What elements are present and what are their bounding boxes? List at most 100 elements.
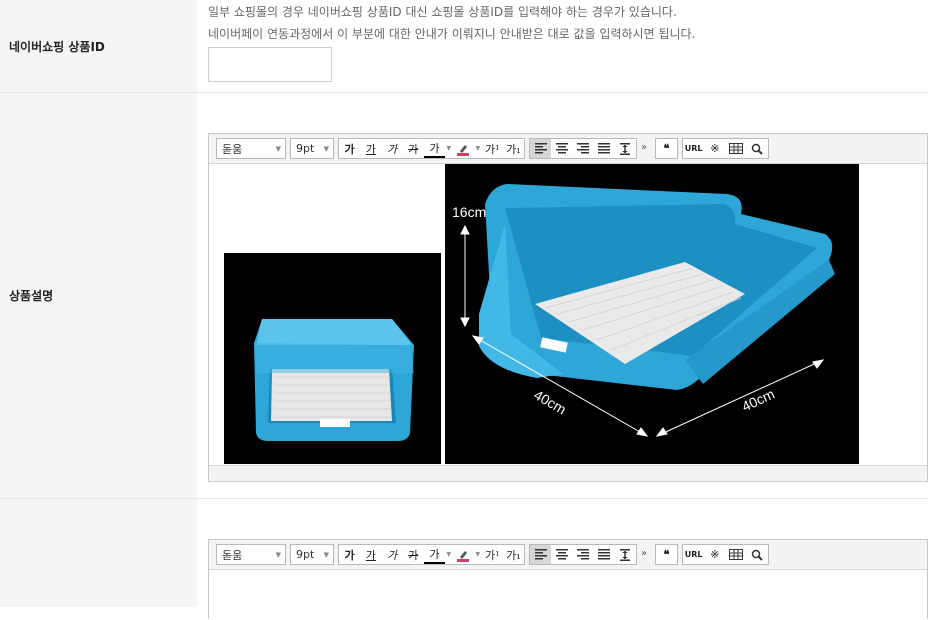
alignment-group — [529, 138, 637, 159]
naver-product-id-input[interactable] — [208, 47, 332, 82]
quote-button[interactable]: ❝ — [656, 139, 677, 158]
table-button[interactable] — [726, 545, 747, 564]
align-justify-icon — [598, 549, 611, 560]
bold-button[interactable]: 가 — [339, 545, 360, 564]
align-right-button[interactable] — [572, 545, 593, 564]
font-family-value: 돋움 — [222, 142, 243, 156]
line-height-button[interactable] — [615, 139, 636, 158]
table-icon — [729, 143, 744, 154]
help-text-line1: 일부 쇼핑몰의 경우 네이버쇼핑 상품ID 대신 쇼핑몰 상품ID를 입력해야 … — [208, 5, 677, 19]
superscript-button[interactable]: 가¹ — [482, 139, 503, 158]
font-color-button[interactable]: 가 — [423, 139, 446, 158]
link-button[interactable]: URL — [683, 545, 704, 564]
editor-toolbar-2: 돋움 ▼ 9pt ▼ 가 가 가 가 가 ▼ ▼ 가¹ 가₁ » ❝ URL ※ — [209, 540, 927, 570]
font-size-value: 9pt — [296, 142, 315, 155]
chevron-down-icon: ▼ — [323, 144, 329, 153]
litter-tray-dimension-image — [460, 184, 835, 437]
alignment-group-2 — [529, 544, 637, 565]
align-justify-icon — [598, 143, 611, 154]
underline-button[interactable]: 가 — [360, 545, 381, 564]
align-center-button[interactable] — [551, 545, 572, 564]
quote-group-2: ❝ — [655, 544, 678, 565]
table-icon — [729, 549, 744, 560]
highlight-dropdown-icon[interactable]: ▼ — [474, 139, 482, 158]
font-color-button[interactable]: 가 — [423, 545, 446, 564]
find-button[interactable] — [747, 139, 768, 158]
product-description-row: 상품설명 돋움 ▼ 9pt ▼ 가 가 가 가 가 ▼ ▼ 가¹ 가₁ » ❝ … — [0, 93, 928, 499]
extra-editor-row: 돋움 ▼ 9pt ▼ 가 가 가 가 가 ▼ ▼ 가¹ 가₁ » ❝ URL ※ — [0, 499, 928, 620]
highlighter-icon — [457, 550, 470, 562]
align-left-icon — [534, 143, 547, 154]
litter-tray-image — [254, 319, 414, 441]
align-center-button[interactable] — [551, 139, 572, 158]
search-icon — [752, 549, 764, 561]
height-dimension-label: 16cm — [452, 204, 487, 220]
align-left-button[interactable] — [530, 545, 552, 564]
editor-content-area-2[interactable] — [209, 570, 927, 620]
text-format-group-2: 가 가 가 가 가 ▼ ▼ 가¹ 가₁ — [338, 544, 525, 565]
extra-editor-label — [0, 499, 197, 607]
chevron-down-icon: ▼ — [323, 550, 329, 559]
insert-group-2: URL ※ — [682, 544, 769, 565]
table-button[interactable] — [726, 139, 747, 158]
underline-button[interactable]: 가 — [360, 139, 381, 158]
highlight-color-button[interactable] — [453, 139, 474, 158]
align-right-icon — [577, 549, 589, 560]
chevron-down-icon: ▼ — [275, 550, 281, 559]
font-size-select[interactable]: 9pt ▼ — [290, 138, 334, 159]
quote-group: ❝ — [655, 138, 678, 159]
product-description-content: 돋움 ▼ 9pt ▼ 가 가 가 가 가 ▼ ▼ 가¹ 가₁ » ❝ URL ※… — [197, 93, 928, 498]
align-left-button[interactable] — [530, 139, 552, 158]
align-center-icon — [555, 549, 568, 560]
editor-toolbar: 돋움 ▼ 9pt ▼ 가 가 가 가 가 ▼ ▼ 가¹ 가₁ » ❝ URL ※ — [209, 134, 927, 164]
line-height-button[interactable] — [615, 545, 636, 564]
product-photo-large: 16cm 40cm 40cm — [445, 164, 859, 464]
italic-button[interactable]: 가 — [381, 139, 402, 158]
special-char-button[interactable]: ※ — [704, 139, 725, 158]
search-icon — [752, 143, 764, 155]
editor-content-area[interactable]: 16cm 40cm 40cm — [209, 164, 927, 466]
font-family-select[interactable]: 돋움 ▼ — [216, 138, 286, 159]
highlight-color-button[interactable] — [453, 545, 474, 564]
more-tools-button[interactable]: » — [641, 142, 647, 153]
extra-editor: 돋움 ▼ 9pt ▼ 가 가 가 가 가 ▼ ▼ 가¹ 가₁ » ❝ URL ※ — [208, 539, 928, 620]
align-center-icon — [555, 143, 568, 154]
find-button[interactable] — [747, 545, 768, 564]
subscript-button[interactable]: 가₁ — [503, 139, 524, 158]
chevron-down-icon: ▼ — [275, 144, 281, 153]
font-family-select-2[interactable]: 돋움 ▼ — [216, 544, 286, 565]
line-height-icon — [620, 142, 631, 155]
line-height-icon — [620, 548, 631, 561]
quote-button[interactable]: ❝ — [656, 545, 677, 564]
align-justify-button[interactable] — [594, 139, 615, 158]
align-left-icon — [534, 549, 547, 560]
naver-product-id-label: 네이버쇼핑 상품ID — [0, 0, 197, 92]
special-char-button[interactable]: ※ — [704, 545, 725, 564]
font-family-value: 돋움 — [222, 548, 243, 562]
link-button[interactable]: URL — [683, 139, 704, 158]
extra-editor-content: 돋움 ▼ 9pt ▼ 가 가 가 가 가 ▼ ▼ 가¹ 가₁ » ❝ URL ※ — [197, 499, 928, 620]
bold-button[interactable]: 가 — [339, 139, 360, 158]
strikethrough-button[interactable]: 가 — [403, 545, 424, 564]
font-size-value: 9pt — [296, 548, 315, 561]
italic-button[interactable]: 가 — [381, 545, 402, 564]
strikethrough-button[interactable]: 가 — [403, 139, 424, 158]
align-right-button[interactable] — [572, 139, 593, 158]
superscript-button[interactable]: 가¹ — [482, 545, 503, 564]
align-justify-button[interactable] — [594, 545, 615, 564]
more-tools-button[interactable]: » — [641, 548, 647, 559]
font-color-dropdown-icon[interactable]: ▼ — [445, 545, 453, 564]
subscript-button[interactable]: 가₁ — [503, 545, 524, 564]
align-right-icon — [577, 143, 589, 154]
text-format-group: 가 가 가 가 가 ▼ ▼ 가¹ 가₁ — [338, 138, 525, 159]
highlight-dropdown-icon[interactable]: ▼ — [474, 545, 482, 564]
naver-product-id-row: 네이버쇼핑 상품ID 일부 쇼핑몰의 경우 네이버쇼핑 상품ID 대신 쇼핑몰 … — [0, 0, 928, 93]
product-description-label: 상품설명 — [0, 93, 197, 498]
highlighter-icon — [457, 144, 470, 156]
product-photo-small — [224, 253, 441, 464]
description-editor: 돋움 ▼ 9pt ▼ 가 가 가 가 가 ▼ ▼ 가¹ 가₁ » ❝ URL ※… — [208, 133, 928, 482]
font-size-select-2[interactable]: 9pt ▼ — [290, 544, 334, 565]
insert-group: URL ※ — [682, 138, 769, 159]
font-color-dropdown-icon[interactable]: ▼ — [445, 139, 453, 158]
editor-resize-bar[interactable] — [209, 465, 927, 481]
